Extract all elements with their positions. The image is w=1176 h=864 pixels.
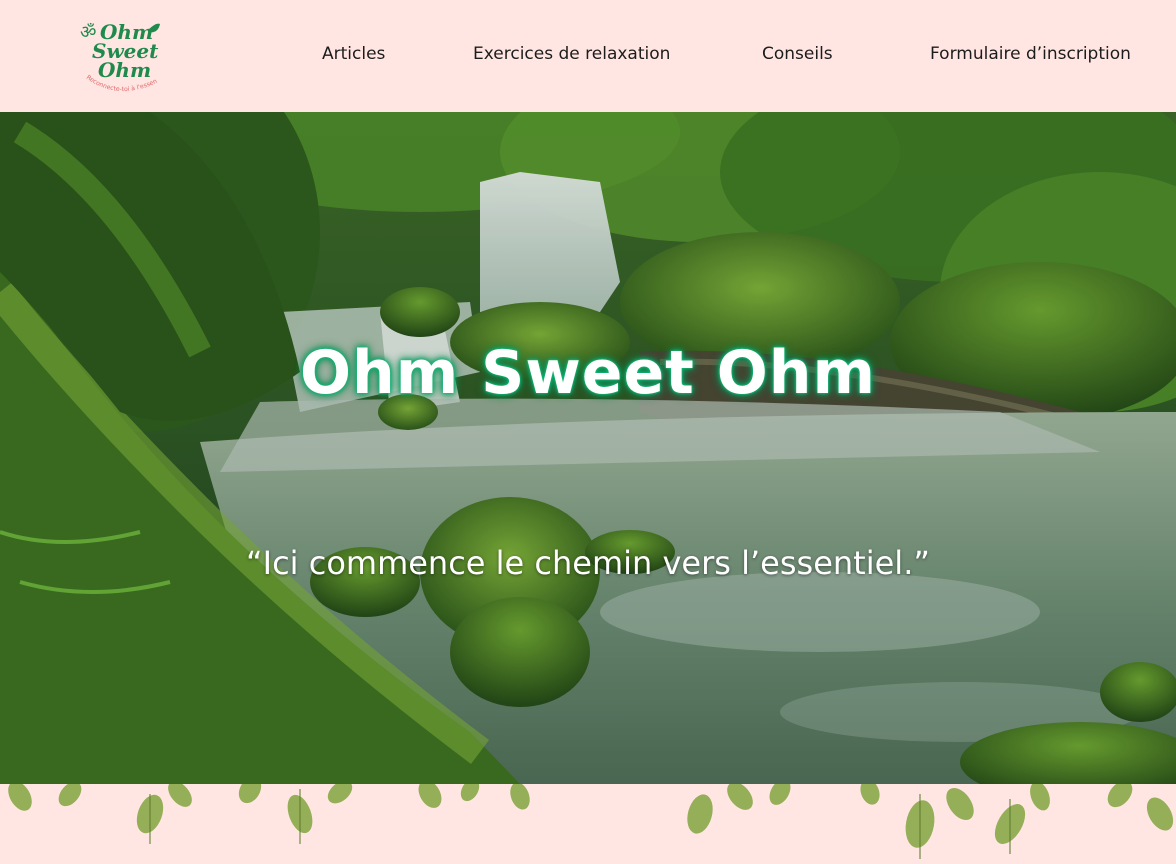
site-logo[interactable]: ॐ Ohm Sweet Ohm Reconnecte-toi à l'essen… <box>76 13 164 96</box>
nav-relaxation-exercises[interactable]: Exercices de relaxation <box>473 44 670 64</box>
logo-text-line3: Ohm <box>98 58 151 82</box>
nav-registration-form[interactable]: Formulaire d’inscription <box>930 44 1131 64</box>
nav-advice[interactable]: Conseils <box>762 44 833 64</box>
logo-graphic: ॐ Ohm Sweet Ohm Reconnecte-toi à l'essen… <box>76 13 160 93</box>
site-header: ॐ Ohm Sweet Ohm Reconnecte-toi à l'essen… <box>0 0 1176 112</box>
hero-background-image <box>0 112 1176 784</box>
hero-banner: Ohm Sweet Ohm “Ici commence le chemin ve… <box>0 112 1176 784</box>
nav-articles[interactable]: Articles <box>322 44 385 64</box>
footer-leaf-strip <box>0 784 1176 864</box>
hero-title: Ohm Sweet Ohm <box>300 338 876 408</box>
leaf-decoration-icon <box>8 784 1174 859</box>
hero-quote: “Ici commence le chemin vers l’essentiel… <box>246 544 930 582</box>
